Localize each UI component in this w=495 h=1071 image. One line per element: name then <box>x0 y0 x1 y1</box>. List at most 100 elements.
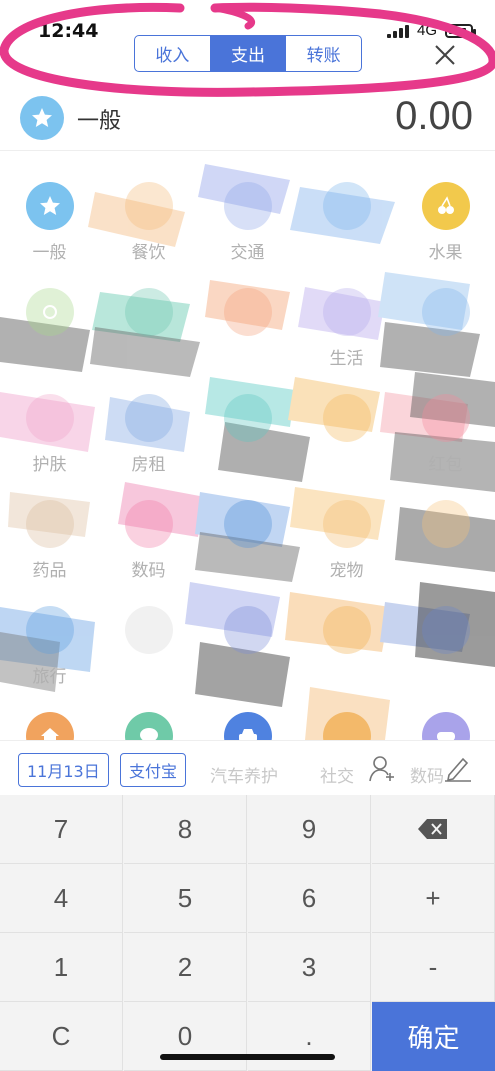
category-item[interactable] <box>297 682 396 740</box>
entry-toolbar: 汽车养护 社交 数码 11月13日 支付宝 <box>0 740 495 795</box>
plus-key[interactable]: + <box>372 864 495 933</box>
phone-icon <box>224 394 272 442</box>
status-time: 12:44 <box>38 20 99 42</box>
pill-icon <box>26 500 74 548</box>
minus-key[interactable]: - <box>372 933 495 1002</box>
category-item[interactable]: 护肤 <box>0 364 99 475</box>
backspace-icon <box>418 819 447 839</box>
close-icon[interactable] <box>430 40 460 70</box>
paw-icon <box>323 500 371 548</box>
status-indicators: 4G <box>386 22 476 39</box>
cup-icon <box>125 288 173 336</box>
smile-icon <box>422 500 470 548</box>
tab-transfer[interactable]: 转账 <box>286 36 361 71</box>
category-item[interactable]: 水果 <box>396 152 495 263</box>
bus-icon <box>224 182 272 230</box>
home-indicator <box>160 1054 335 1060</box>
category-item[interactable] <box>396 576 495 672</box>
tab-income[interactable]: 收入 <box>135 36 211 71</box>
category-item[interactable] <box>198 682 297 740</box>
signal-icon <box>386 24 409 38</box>
category-label-digital: 数码 <box>410 767 444 787</box>
car-icon <box>224 712 272 740</box>
category-item[interactable] <box>198 364 297 460</box>
home-icon <box>323 288 371 336</box>
category-item[interactable]: 宠物 <box>297 470 396 581</box>
category-item[interactable] <box>99 258 198 354</box>
envelope-icon <box>422 394 470 442</box>
category-item[interactable] <box>297 152 396 248</box>
category-item[interactable] <box>0 682 99 740</box>
camera-icon <box>125 500 173 548</box>
category-grid: 一般 餐饮 交通 水果 生活护肤 房租 红包药品 数码 宠物旅行 <box>0 152 495 740</box>
category-item[interactable]: 生活 <box>297 258 396 369</box>
category-item[interactable]: 一般 <box>0 152 99 263</box>
tab-expense[interactable]: 支出 <box>210 36 287 71</box>
star-icon <box>20 96 64 140</box>
divider <box>0 150 495 151</box>
clear-key[interactable]: C <box>0 1002 123 1071</box>
cake-icon <box>125 606 173 654</box>
network-label: 4G <box>416 22 437 39</box>
decimal-key[interactable]: . <box>248 1002 371 1071</box>
plane-icon <box>224 500 272 548</box>
category-item[interactable] <box>396 470 495 566</box>
cherry-icon <box>422 182 470 230</box>
category-item[interactable] <box>0 258 99 354</box>
category-item[interactable] <box>99 682 198 740</box>
category-item[interactable] <box>198 470 297 566</box>
category-item[interactable] <box>396 258 495 354</box>
category-item[interactable]: 红包 <box>396 364 495 475</box>
key-7[interactable]: 7 <box>0 795 123 864</box>
key-2[interactable]: 2 <box>124 933 247 1002</box>
selected-category-row: 一般 0.00 <box>0 92 495 146</box>
heart-icon <box>26 288 74 336</box>
account-button[interactable]: 支付宝 <box>120 753 187 787</box>
key-icon <box>125 394 173 442</box>
edit-note-icon[interactable] <box>443 753 473 783</box>
food-icon <box>125 182 173 230</box>
number-keypad: 7 8 9 4 5 6 +1 2 3- C 0. 确定 <box>0 795 495 1071</box>
category-item[interactable] <box>297 576 396 672</box>
category-item[interactable] <box>198 258 297 354</box>
gamepad-icon <box>422 712 470 740</box>
shirt-icon <box>422 288 470 336</box>
key-9[interactable]: 9 <box>248 795 371 864</box>
selected-category-name: 一般 <box>77 109 122 134</box>
globe-icon <box>26 606 74 654</box>
category-item[interactable]: 交通 <box>198 152 297 263</box>
coin-icon <box>323 606 371 654</box>
key-1[interactable]: 1 <box>0 933 123 1002</box>
category-label-car: 汽车养护 <box>210 767 278 787</box>
category-item[interactable] <box>99 576 198 672</box>
key-5[interactable]: 5 <box>124 864 247 933</box>
category-item[interactable]: 餐饮 <box>99 152 198 263</box>
backspace-key[interactable] <box>372 795 495 864</box>
category-item[interactable] <box>297 364 396 460</box>
dumbbell-icon <box>224 606 272 654</box>
category-label-social: 社交 <box>320 767 354 787</box>
gift-icon <box>224 288 272 336</box>
key-8[interactable]: 8 <box>124 795 247 864</box>
category-item[interactable]: 药品 <box>0 470 99 581</box>
category-item[interactable]: 房租 <box>99 364 198 475</box>
key-6[interactable]: 6 <box>248 864 371 933</box>
key-4[interactable]: 4 <box>0 864 123 933</box>
category-item[interactable] <box>396 682 495 740</box>
confirm-button[interactable]: 确定 <box>372 1002 495 1071</box>
people-icon <box>323 712 371 740</box>
key-0[interactable]: 0 <box>124 1002 247 1071</box>
category-item[interactable] <box>198 576 297 672</box>
category-item[interactable]: 数码 <box>99 470 198 581</box>
type-segmented-control: 收入 支出 转账 <box>134 35 362 72</box>
category-item[interactable]: 旅行 <box>0 576 99 687</box>
house-icon <box>26 712 74 740</box>
book-icon <box>323 394 371 442</box>
battery-icon <box>445 23 476 38</box>
chat-icon <box>125 712 173 740</box>
lotion-icon <box>26 394 74 442</box>
date-button[interactable]: 11月13日 <box>18 753 109 787</box>
key-3[interactable]: 3 <box>248 933 371 1002</box>
add-person-icon[interactable] <box>368 753 398 783</box>
wifi-icon <box>422 606 470 654</box>
